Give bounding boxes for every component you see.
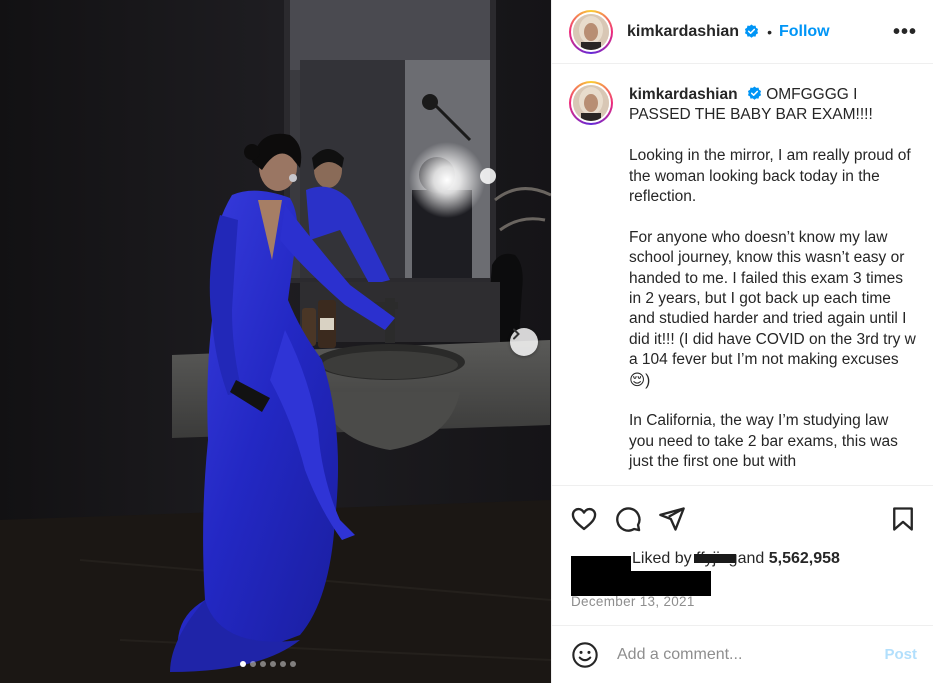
caption-text: kimkardashian OMFGGGG I PASSED THE BABY … bbox=[629, 81, 917, 473]
liked-by-user[interactable]: ffyjing bbox=[694, 546, 738, 572]
header-username[interactable]: kimkardashian bbox=[627, 23, 739, 41]
caption-paragraph: For anyone who doesn’t know my law schoo… bbox=[629, 228, 916, 389]
profile-photo bbox=[573, 13, 609, 50]
smiley-icon[interactable] bbox=[571, 641, 599, 669]
liked-by-label: Liked by bbox=[632, 550, 692, 567]
carousel-dot bbox=[290, 661, 296, 667]
liked-by-and: and bbox=[737, 550, 765, 567]
more-options-button[interactable]: ••• bbox=[893, 22, 917, 42]
caption: kimkardashian OMFGGGG I PASSED THE BABY … bbox=[569, 81, 917, 473]
carousel-next-button[interactable] bbox=[510, 328, 538, 356]
verified-badge-icon bbox=[747, 86, 761, 100]
caption-avatar[interactable] bbox=[569, 81, 613, 125]
post-actions-section: Liked by ffyjingand 5,562,958 December 1… bbox=[552, 485, 933, 609]
comment-bubble-icon[interactable] bbox=[614, 505, 642, 533]
post-date[interactable]: December 13, 2021 bbox=[552, 594, 933, 609]
avatar-image bbox=[573, 13, 609, 50]
carousel-dot bbox=[250, 661, 256, 667]
verified-badge-icon bbox=[745, 24, 759, 38]
post-header: kimkardashian • Follow ••• bbox=[552, 0, 933, 64]
action-bar bbox=[552, 486, 933, 536]
post-photo[interactable] bbox=[0, 0, 551, 683]
caption-paragraph: In California, the way I’m studying law … bbox=[629, 412, 898, 471]
carousel-dot bbox=[260, 661, 266, 667]
post-comment-button[interactable]: Post bbox=[884, 646, 917, 663]
chevron-right-icon bbox=[513, 328, 520, 340]
carousel-indicator bbox=[240, 661, 296, 667]
bookmark-icon[interactable] bbox=[889, 505, 917, 533]
header-separator: • bbox=[767, 23, 772, 40]
follow-button[interactable]: Follow bbox=[779, 23, 830, 41]
caption-paragraph: Looking in the mirror, I am really proud… bbox=[629, 147, 911, 206]
post-details-panel: kimkardashian • Follow ••• kimkardashian… bbox=[551, 0, 933, 683]
carousel-dot bbox=[270, 661, 276, 667]
caption-scroll-area[interactable]: kimkardashian OMFGGGG I PASSED THE BABY … bbox=[552, 65, 933, 485]
comment-bar: Post bbox=[552, 625, 933, 683]
caption-username[interactable]: kimkardashian bbox=[629, 86, 738, 103]
redaction-box bbox=[571, 571, 711, 596]
photo-illustration bbox=[0, 0, 551, 683]
heart-icon[interactable] bbox=[570, 505, 598, 533]
likes-summary[interactable]: Liked by ffyjingand 5,562,958 bbox=[552, 546, 933, 596]
avatar[interactable] bbox=[569, 9, 613, 54]
likes-count[interactable]: 5,562,958 bbox=[769, 550, 840, 567]
carousel-dot bbox=[240, 661, 246, 667]
comment-input[interactable] bbox=[617, 645, 867, 664]
profile-photo bbox=[573, 85, 609, 121]
paper-plane-icon[interactable] bbox=[658, 505, 686, 533]
carousel-dot bbox=[280, 661, 286, 667]
